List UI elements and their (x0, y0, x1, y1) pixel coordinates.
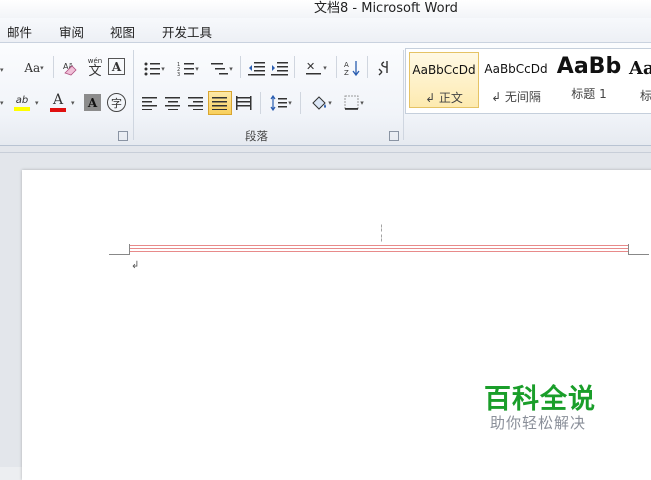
header-mark: ¦ (380, 223, 383, 232)
align-right-button[interactable] (186, 93, 206, 113)
margin-corner-mark (129, 244, 130, 255)
borders-button[interactable]: ▾ (340, 93, 368, 113)
distributed-button[interactable] (234, 93, 254, 113)
style-sample: AaBb (556, 54, 622, 79)
paint-bucket-icon (312, 96, 327, 110)
font-color-label: A (52, 91, 64, 108)
align-left-icon (142, 97, 157, 110)
justify-button[interactable] (208, 91, 232, 115)
increase-indent-icon (271, 62, 288, 76)
decrease-indent-button[interactable] (247, 59, 267, 79)
ribbon-tabs: 邮件 审阅 视图 开发工具 (0, 18, 651, 42)
phonetic-guide-button[interactable]: wén 文 (84, 56, 106, 80)
align-center-icon (165, 97, 180, 110)
paragraph-group-label: 段落 (245, 129, 268, 143)
title-bar: 文档8 - Microsoft Word (0, 0, 651, 18)
margin-corner-mark (628, 254, 649, 255)
header-mark: ¦ (380, 233, 383, 242)
paragraph-dialog-launcher-icon[interactable] (389, 131, 399, 141)
margin-corner-mark (109, 254, 130, 255)
document-page[interactable] (22, 170, 651, 480)
distributed-icon (236, 96, 252, 110)
clear-format-icon[interactable]: Aā (61, 58, 81, 78)
numbering-button[interactable]: 1 2 3 ▾ (174, 59, 202, 79)
header-rule (130, 251, 628, 252)
style-normal[interactable]: AaBbCcDd ↲ 正文 (409, 52, 479, 108)
shading-button[interactable]: ▾ (307, 93, 335, 113)
line-spacing-button[interactable]: ▾ (267, 93, 295, 113)
group-separator (403, 50, 404, 140)
style-name: 标 (640, 89, 651, 103)
align-center-button[interactable] (163, 93, 183, 113)
font-color-caret[interactable]: ▾ (71, 99, 75, 107)
svg-text:3: 3 (177, 72, 180, 77)
show-marks-button[interactable] (374, 58, 394, 78)
bullets-button[interactable]: ▾ (140, 59, 168, 79)
window-title: 文档8 - Microsoft Word (314, 1, 458, 16)
line-spacing-icon (270, 95, 288, 111)
toolbar-divider (300, 92, 301, 114)
enclose-char-button[interactable]: 字 (107, 93, 126, 112)
toolbar-divider (294, 56, 295, 78)
font-dropdown-caret[interactable]: ▾ (0, 66, 4, 74)
numbered-list-icon: 123 (177, 62, 195, 77)
margin-corner-mark (628, 244, 629, 255)
char-shading-button[interactable]: A (84, 94, 101, 111)
decrease-indent-icon (248, 62, 265, 76)
borders-icon (344, 95, 359, 110)
bullet-list-icon (144, 62, 161, 76)
watermark-title: 百科全说 (484, 384, 596, 415)
style-sample: Aa (629, 58, 651, 79)
effects-caret[interactable]: ▾ (0, 99, 4, 107)
paragraph-mark[interactable]: ↲ (131, 260, 139, 271)
multilevel-list-icon (211, 63, 229, 75)
toolbar-divider (260, 92, 261, 114)
highlight-button[interactable]: ab (12, 93, 32, 113)
style-heading-2[interactable]: Aa 标 (624, 52, 651, 108)
chinese-layout-icon: ✕ (306, 60, 322, 75)
highlight-label: ab (15, 94, 29, 106)
style-no-spacing[interactable]: AaBbCcDd ↲ 无间隔 (481, 52, 551, 108)
toolbar-divider (240, 56, 241, 78)
align-right-icon (188, 97, 203, 110)
align-left-button[interactable] (140, 93, 160, 113)
watermark-subtitle: 助你轻松解决 (490, 414, 587, 432)
svg-text:Z: Z (344, 69, 349, 77)
style-sample: AaBbCcDd (412, 63, 476, 77)
tab-review[interactable]: 审阅 (59, 22, 84, 41)
toolbar-divider (367, 56, 368, 78)
multilevel-list-button[interactable]: ▾ (208, 59, 236, 79)
style-name: ↲ 无间隔 (491, 90, 541, 104)
header-rule (130, 245, 628, 246)
header-rule (130, 248, 628, 249)
toolbar-divider (53, 56, 54, 78)
svg-text:A: A (344, 61, 349, 69)
chinese-layout-button[interactable]: ✕ ▾ (302, 58, 330, 78)
tab-mailings[interactable]: 邮件 (7, 22, 32, 41)
paragraph-mark-icon (378, 61, 388, 76)
justify-icon (212, 97, 227, 110)
increase-indent-button[interactable] (270, 59, 290, 79)
char-border-button[interactable]: A (108, 58, 125, 75)
style-sample: AaBbCcDd (484, 62, 548, 76)
font-color-swatch (50, 107, 66, 112)
font-dialog-launcher-icon[interactable] (118, 131, 128, 141)
font-color-button[interactable]: A (48, 92, 68, 112)
style-heading-1[interactable]: AaBb 标题 1 (554, 52, 624, 108)
tab-developer[interactable]: 开发工具 (162, 22, 212, 41)
style-name: 标题 1 (571, 87, 607, 101)
font-size-label: Aa (24, 61, 41, 75)
change-case-button[interactable]: Aa ▾ (20, 58, 48, 78)
sort-az-icon: AZ (344, 61, 360, 77)
style-name: ↲ 正文 (425, 91, 463, 105)
tab-view[interactable]: 视图 (110, 22, 135, 41)
sort-button[interactable]: AZ (343, 58, 363, 78)
svg-text:✕: ✕ (306, 60, 315, 73)
group-separator (133, 50, 134, 140)
toolbar-divider (336, 56, 337, 78)
ruler-edge (0, 152, 651, 153)
highlight-caret[interactable]: ▾ (35, 99, 39, 107)
highlight-swatch (14, 106, 30, 111)
phonetic-char: 文 (88, 64, 102, 79)
